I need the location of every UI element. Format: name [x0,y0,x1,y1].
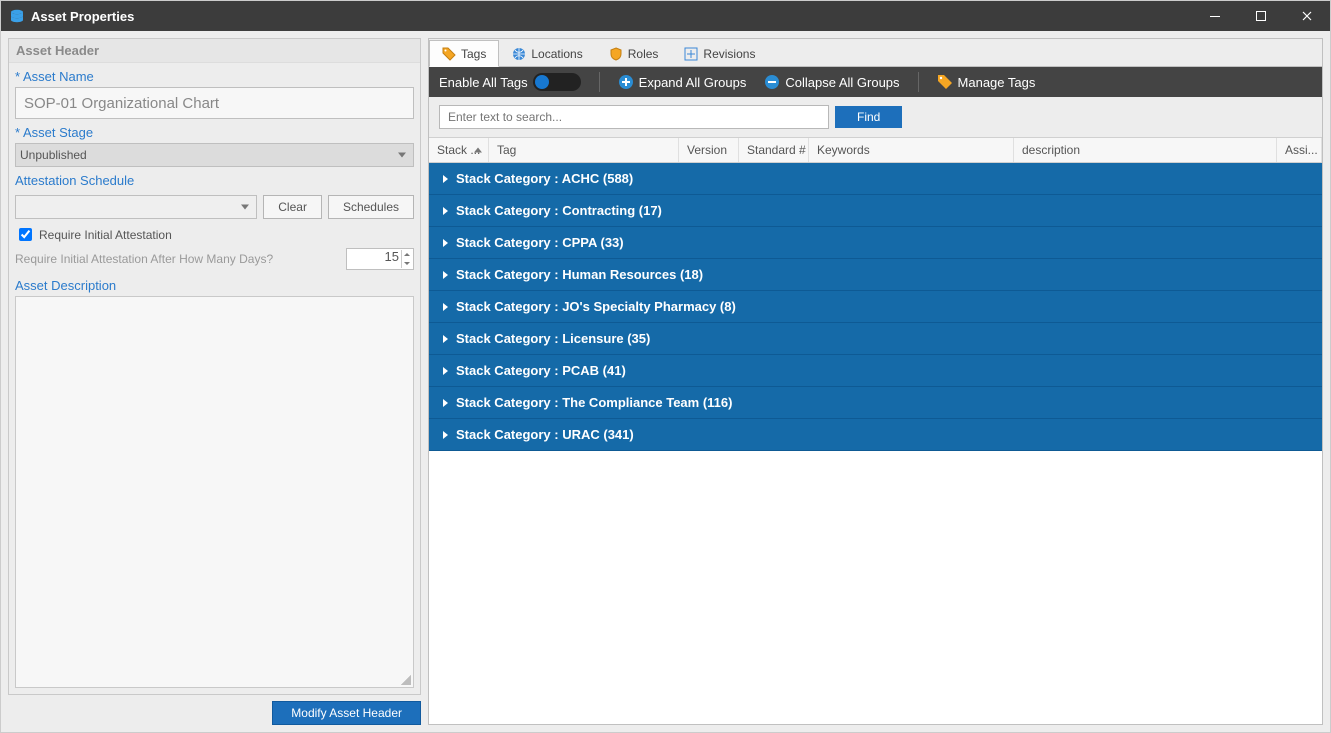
spinner-down-icon[interactable] [401,259,412,268]
modify-asset-header-button[interactable]: Modify Asset Header [272,701,421,725]
tags-toolbar: Enable All Tags Expand All Groups Collap… [429,67,1322,97]
chevron-right-icon [443,367,448,375]
schedules-button[interactable]: Schedules [328,195,414,219]
group-label: Stack Category : The Compliance Team (11… [456,395,732,410]
col-standard[interactable]: Standard # [739,138,809,162]
col-assigned[interactable]: Assi... [1277,138,1322,162]
group-row[interactable]: Stack Category : PCAB (41) [429,355,1322,387]
chevron-right-icon [443,207,448,215]
app-icon [9,8,25,24]
col-tag[interactable]: Tag [489,138,679,162]
group-label: Stack Category : Human Resources (18) [456,267,703,282]
expand-icon [618,74,634,90]
chevron-right-icon [443,239,448,247]
require-initial-attestation-checkbox[interactable]: Require Initial Attestation [15,225,414,244]
group-label: Stack Category : Licensure (35) [456,331,650,346]
chevron-right-icon [443,271,448,279]
chevron-right-icon [443,335,448,343]
search-input[interactable] [439,105,829,129]
group-row[interactable]: Stack Category : CPPA (33) [429,227,1322,259]
tab-locations[interactable]: Locations [499,40,595,67]
chevron-right-icon [443,303,448,311]
require-days-label: Require Initial Attestation After How Ma… [15,252,273,266]
col-stack[interactable]: Stack ... [429,138,489,162]
expand-all-button[interactable]: Expand All Groups [618,74,747,90]
chevron-right-icon [443,175,448,183]
asset-header-panel: Asset Header * Asset Name * Asset Stage … [8,38,421,695]
minimize-button[interactable] [1192,1,1238,31]
group-label: Stack Category : URAC (341) [456,427,634,442]
enable-all-tags-toggle[interactable]: Enable All Tags [439,73,581,91]
manage-tags-icon [937,74,953,90]
asset-name-label: * Asset Name [15,69,414,84]
require-initial-check-input[interactable] [19,228,32,241]
spinner-up-icon[interactable] [401,250,412,259]
require-days-spinner[interactable]: 15 [346,248,414,270]
titlebar: Asset Properties [1,1,1330,31]
revisions-icon [684,47,698,61]
tag-icon [442,47,456,61]
require-initial-label: Require Initial Attestation [39,228,172,242]
shield-icon [609,47,623,61]
maximize-button[interactable] [1238,1,1284,31]
tab-strip: Tags Locations Roles Revisions [429,39,1322,67]
grid-header: Stack ... Tag Version Standard # Keyword… [429,137,1322,163]
group-label: Stack Category : ACHC (588) [456,171,633,186]
group-row[interactable]: Stack Category : Contracting (17) [429,195,1322,227]
group-label: Stack Category : CPPA (33) [456,235,624,250]
manage-tags-label: Manage Tags [958,75,1036,90]
separator [599,72,600,92]
group-row[interactable]: Stack Category : The Compliance Team (11… [429,387,1322,419]
tab-revisions[interactable]: Revisions [671,40,768,67]
chevron-right-icon [443,431,448,439]
enable-all-label: Enable All Tags [439,75,528,90]
collapse-all-label: Collapse All Groups [785,75,899,90]
attestation-schedule-label: Attestation Schedule [15,173,414,188]
collapse-all-button[interactable]: Collapse All Groups [764,74,899,90]
asset-stage-select[interactable] [15,143,414,167]
asset-description-textarea[interactable] [15,296,414,688]
tab-revisions-label: Revisions [703,47,755,61]
search-row: Find [429,97,1322,137]
tab-locations-label: Locations [531,47,582,61]
asset-description-label: Asset Description [15,278,414,293]
manage-tags-button[interactable]: Manage Tags [937,74,1036,90]
tab-tags-label: Tags [461,47,486,61]
chevron-right-icon [443,399,448,407]
tab-tags[interactable]: Tags [429,40,499,67]
tab-roles[interactable]: Roles [596,40,672,67]
tab-roles-label: Roles [628,47,659,61]
attestation-schedule-select[interactable] [15,195,257,219]
col-description[interactable]: description [1014,138,1277,162]
grid-body[interactable]: Stack Category : ACHC (588) Stack Categor… [429,163,1322,724]
window-title: Asset Properties [31,9,134,24]
close-button[interactable] [1284,1,1330,31]
group-label: Stack Category : PCAB (41) [456,363,626,378]
toggle-icon[interactable] [533,73,581,91]
separator [918,72,919,92]
clear-button[interactable]: Clear [263,195,322,219]
find-button[interactable]: Find [835,106,902,128]
expand-all-label: Expand All Groups [639,75,747,90]
asset-name-input[interactable] [15,87,414,119]
group-label: Stack Category : Contracting (17) [456,203,662,218]
asset-stage-label: * Asset Stage [15,125,414,140]
globe-icon [512,47,526,61]
group-row[interactable]: Stack Category : ACHC (588) [429,163,1322,195]
col-version[interactable]: Version [679,138,739,162]
collapse-icon [764,74,780,90]
group-row[interactable]: Stack Category : URAC (341) [429,419,1322,451]
require-days-value: 15 [385,249,399,264]
group-row[interactable]: Stack Category : JO's Specialty Pharmacy… [429,291,1322,323]
group-row[interactable]: Stack Category : Licensure (35) [429,323,1322,355]
group-label: Stack Category : JO's Specialty Pharmacy… [456,299,736,314]
group-row[interactable]: Stack Category : Human Resources (18) [429,259,1322,291]
col-keywords[interactable]: Keywords [809,138,1014,162]
asset-header-title: Asset Header [9,39,420,63]
